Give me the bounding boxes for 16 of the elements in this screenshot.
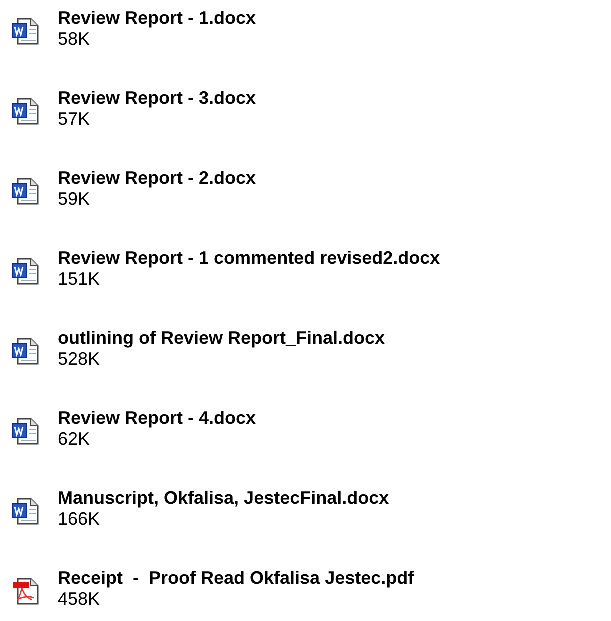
file-name[interactable]: Review Report - 1 commented revised2.docx [58,248,440,269]
file-name[interactable]: Receipt - Proof Read Okfalisa Jestec.pdf [58,568,414,589]
file-size: 528K [58,349,102,370]
file-name[interactable]: Review Report - 4.docx [58,408,256,429]
file-name[interactable]: Review Report - 2.docx [58,168,256,189]
file-size: 58K [58,29,92,50]
file-name[interactable]: Manuscript, Okfalisa, JestecFinal.docx [58,488,390,509]
file-size: 57K [58,109,92,130]
file-size: 62K [58,429,92,450]
file-size: 166K [58,509,102,530]
file-size: 458K [58,589,102,610]
file-size: 151K [58,269,102,290]
file-name[interactable]: outlining of Review Report_Final.docx [58,328,386,349]
file-name[interactable]: Review Report - 3.docx [58,88,256,109]
file-size: 59K [58,189,92,210]
file-name[interactable]: Review Report - 1.docx [58,8,256,29]
